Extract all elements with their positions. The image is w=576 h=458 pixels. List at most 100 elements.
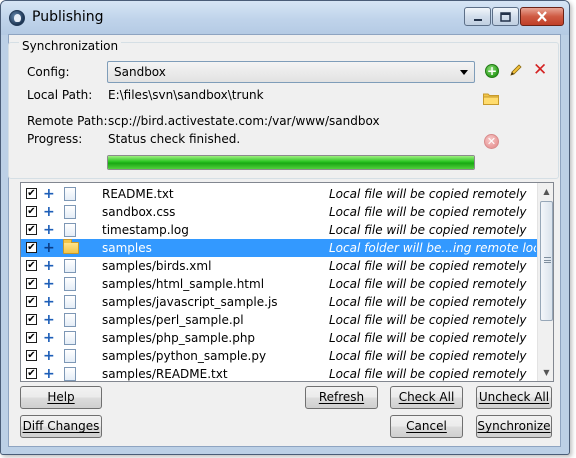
add-action-icon: +	[43, 294, 55, 310]
file-row[interactable]: ✔ + sandbox.css Local file will be copied r…	[21, 203, 537, 221]
check-all-button[interactable]: Check All	[390, 386, 463, 409]
window-title: Publishing	[32, 9, 104, 25]
file-row-status: Local file will be copied remotely	[329, 205, 527, 219]
progress-bar-fill	[108, 156, 474, 169]
add-action-icon: +	[43, 276, 55, 292]
help-button[interactable]: Help	[20, 386, 102, 409]
refresh-button[interactable]: Refresh	[305, 386, 378, 409]
file-row-checkbox[interactable]: ✔	[26, 368, 37, 379]
file-icon	[64, 313, 76, 327]
file-row-name: samples/README.txt	[102, 367, 228, 381]
file-row-checkbox[interactable]: ✔	[26, 188, 37, 199]
close-icon	[537, 11, 547, 22]
title-bar[interactable]: Publishing	[1, 1, 569, 35]
progress-label: Progress:	[27, 132, 83, 146]
file-row-status: Local file will be copied remotely	[329, 187, 527, 201]
file-icon	[64, 259, 76, 273]
file-row-name: samples/javascript_sample.js	[102, 295, 278, 309]
file-row-status: Local file will be copied remotely	[329, 223, 527, 237]
cancel-circle-icon[interactable]: ✕	[484, 134, 499, 149]
scroll-grip-icon	[544, 257, 551, 263]
file-icon	[64, 295, 76, 309]
scroll-up-icon[interactable]: ▲	[538, 183, 553, 200]
file-icon	[64, 349, 76, 363]
file-row-checkbox[interactable]: ✔	[26, 350, 37, 361]
file-row-name: samples	[102, 241, 152, 255]
file-row-checkbox[interactable]: ✔	[26, 278, 37, 289]
minimize-icon	[473, 18, 482, 21]
file-row-name: sandbox.css	[102, 205, 176, 219]
maximize-icon	[500, 11, 511, 22]
file-icon	[64, 277, 76, 291]
uncheck-all-button[interactable]: Uncheck All	[476, 386, 552, 409]
file-row-status: Local file will be copied remotely	[329, 349, 527, 363]
local-path-value: E:\files\svn\sandbox\trunk	[108, 88, 264, 102]
file-row[interactable]: ✔ + timestamp.log Local file will be copied…	[21, 221, 537, 239]
file-row[interactable]: ✔ + samples/README.txt Local file will be c…	[21, 365, 537, 382]
file-row-checkbox[interactable]: ✔	[26, 296, 37, 307]
file-row-name: samples/birds.xml	[102, 259, 212, 273]
file-row[interactable]: ✔ + samples Local folder will be...ing remo…	[21, 239, 537, 257]
file-row-name: samples/perl_sample.pl	[102, 313, 244, 327]
minimize-button[interactable]	[464, 7, 491, 26]
app-bird-icon	[9, 10, 25, 26]
file-row-name: samples/python_sample.py	[102, 349, 267, 363]
cancel-button[interactable]: Cancel	[390, 415, 463, 438]
file-icon	[64, 367, 76, 381]
scroll-down-icon[interactable]: ▼	[538, 364, 553, 381]
file-icon	[64, 205, 76, 219]
file-row-checkbox[interactable]: ✔	[26, 260, 37, 271]
add-action-icon: +	[43, 312, 55, 328]
progress-bar	[107, 155, 475, 170]
file-row-checkbox[interactable]: ✔	[26, 224, 37, 235]
local-path-label: Local Path:	[27, 88, 93, 102]
add-action-icon: +	[43, 348, 55, 364]
file-icon	[64, 331, 76, 345]
close-button[interactable]	[520, 7, 564, 26]
scroll-thumb[interactable]	[540, 201, 553, 321]
add-action-icon: +	[43, 366, 55, 382]
file-row[interactable]: ✔ + README.txt Local file will be copied re…	[21, 185, 537, 203]
file-row[interactable]: ✔ + samples/javascript_sample.js Local file…	[21, 293, 537, 311]
file-row-status: Local folder will be...ing remote locati…	[329, 241, 536, 255]
file-row[interactable]: ✔ + samples/php_sample.php Local file will …	[21, 329, 537, 347]
file-row-status: Local file will be copied remotely	[329, 367, 527, 381]
file-row-checkbox[interactable]: ✔	[26, 314, 37, 325]
file-list[interactable]: ✔ + README.txt Local file will be copied re…	[20, 182, 554, 382]
remote-path-value: scp://bird.activestate.com:/var/www/sand…	[108, 114, 380, 128]
add-action-icon: +	[43, 240, 55, 256]
folder-icon[interactable]	[483, 92, 499, 105]
maximize-button[interactable]	[492, 7, 519, 26]
file-list-scrollbar[interactable]: ▲ ▼	[537, 183, 553, 381]
chevron-down-icon	[460, 70, 468, 75]
config-label: Config:	[27, 65, 70, 79]
file-row-status: Local file will be copied remotely	[329, 313, 527, 327]
file-row[interactable]: ✔ + samples/perl_sample.pl Local file will …	[21, 311, 537, 329]
edit-pencil-icon[interactable]	[508, 62, 524, 78]
config-select[interactable]: Sandbox	[107, 61, 475, 83]
diff-changes-button[interactable]: Diff Changes	[20, 415, 102, 438]
add-action-icon: +	[43, 222, 55, 238]
add-action-icon: +	[43, 204, 55, 220]
file-row-checkbox[interactable]: ✔	[26, 206, 37, 217]
file-row[interactable]: ✔ + samples/python_sample.py Local file wil…	[21, 347, 537, 365]
synchronize-button[interactable]: Synchronize	[476, 415, 552, 438]
file-row-status: Local file will be copied remotely	[329, 277, 527, 291]
file-icon	[64, 223, 76, 237]
file-row[interactable]: ✔ + samples/birds.xml Local file will be co…	[21, 257, 537, 275]
progress-status: Status check finished.	[108, 132, 241, 146]
delete-x-icon[interactable]: ✕	[533, 62, 547, 79]
remote-path-label: Remote Path:	[27, 114, 108, 128]
file-row-checkbox[interactable]: ✔	[26, 332, 37, 343]
add-config-icon[interactable]: +	[485, 64, 499, 78]
folder-icon	[63, 239, 79, 254]
file-row-status: Local file will be copied remotely	[329, 259, 527, 273]
file-row-status: Local file will be copied remotely	[329, 331, 527, 345]
file-row-status: Local file will be copied remotely	[329, 295, 527, 309]
file-row[interactable]: ✔ + samples/html_sample.html Local file wil…	[21, 275, 537, 293]
add-action-icon: +	[43, 330, 55, 346]
file-row-name: samples/html_sample.html	[102, 277, 265, 291]
file-row-checkbox[interactable]: ✔	[26, 242, 37, 253]
file-row-name: timestamp.log	[102, 223, 189, 237]
file-icon	[64, 187, 76, 201]
